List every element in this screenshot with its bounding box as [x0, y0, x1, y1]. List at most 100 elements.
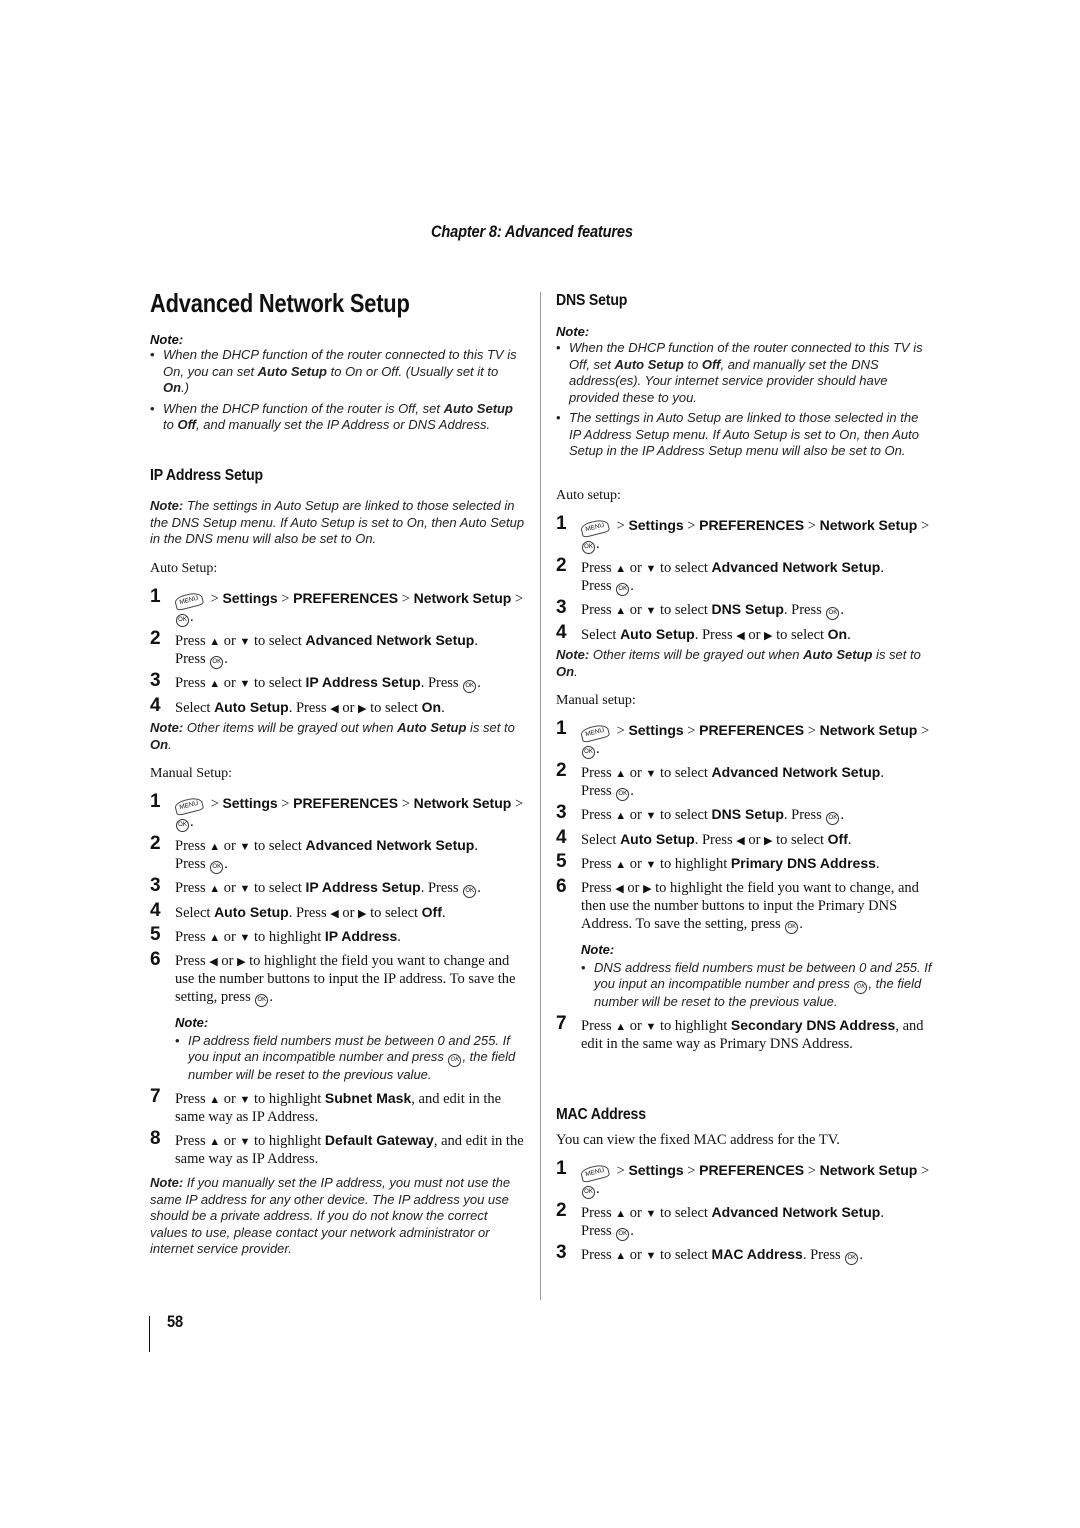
up-arrow-icon: ▲: [615, 562, 627, 575]
up-arrow-icon: ▲: [615, 605, 627, 617]
up-arrow-icon: ▲: [615, 1250, 627, 1262]
right-arrow-icon: ▶: [237, 955, 246, 968]
dns-manual-setup-label: Manual setup:: [556, 693, 636, 708]
ip-auto-steps: 1 MENU > Settings > PREFERENCES > Network…: [150, 586, 528, 718]
up-arrow-icon: ▲: [209, 635, 221, 648]
page-number: 58: [167, 1312, 183, 1331]
right-arrow-icon: ▶: [358, 702, 367, 715]
ok-button-icon: OK: [785, 920, 799, 934]
down-arrow-icon: ▼: [239, 883, 251, 895]
down-arrow-icon: ▼: [239, 932, 251, 944]
up-arrow-icon: ▲: [615, 810, 627, 822]
up-arrow-icon: ▲: [209, 883, 221, 895]
step: 1 MENU > Settings > PREFERENCES > Network…: [556, 718, 930, 759]
down-arrow-icon: ▼: [239, 840, 251, 853]
step: 3 Press ▲ or ▼ to select MAC Address. Pre…: [556, 1242, 863, 1265]
step: 7 Press ▲ or ▼ to highlight Secondary DNS…: [556, 1012, 924, 1052]
left-arrow-icon: ◀: [736, 629, 745, 642]
step: 5 Press ▲ or ▼ to highlight IP Address.: [150, 924, 401, 945]
right-arrow-icon: ▶: [764, 834, 773, 847]
step: 2 Press ▲ or ▼ to select Advanced Network…: [150, 832, 478, 874]
step: 1 MENU > Settings > PREFERENCES > Network…: [556, 1158, 930, 1199]
ok-button-icon: OK: [210, 656, 224, 669]
ok-button-icon: OK: [176, 613, 189, 627]
left-arrow-icon: ◀: [330, 907, 339, 920]
note-bullet: When the DHCP function of the router is …: [150, 401, 526, 434]
step: 1 MENU > Settings > PREFERENCES > Network…: [150, 586, 524, 627]
note-label: Note:: [150, 332, 184, 347]
dns-manual-steps: 1 MENU > Settings > PREFERENCES > Network…: [556, 718, 934, 1054]
ok-button-icon: OK: [463, 885, 477, 898]
ok-button-icon: OK: [616, 788, 630, 801]
ip-final-note: Note: If you manually set the IP address…: [150, 1175, 511, 1256]
column-divider: [540, 292, 541, 1300]
up-arrow-icon: ▲: [615, 1020, 627, 1033]
down-arrow-icon: ▼: [645, 767, 657, 780]
step: 5 Press ▲ or ▼ to highlight Primary DNS A…: [556, 851, 880, 872]
down-arrow-icon: ▼: [645, 859, 657, 871]
chapter-header: Chapter 8: Advanced features: [431, 222, 633, 241]
step: 1 MENU > Settings > PREFERENCES > Network…: [556, 513, 930, 554]
down-arrow-icon: ▼: [645, 1250, 657, 1262]
ok-button-icon: OK: [448, 1054, 462, 1067]
menu-button-icon: MENU: [579, 517, 611, 539]
ip-manual-setup-label: Manual Setup:: [150, 766, 233, 781]
ip-field-note: Note: IP address field numbers must be b…: [150, 1015, 528, 1084]
step: 3 Press ▲ or ▼ to select IP Address Setup…: [150, 875, 481, 898]
intro-note: When the DHCP function of the router con…: [150, 347, 526, 434]
mac-steps: 1 MENU > Settings > PREFERENCES > Network…: [556, 1158, 934, 1266]
note-bullet: When the DHCP function of the router con…: [150, 347, 526, 397]
up-arrow-icon: ▲: [615, 1207, 627, 1220]
mac-intro: You can view the fixed MAC address for t…: [556, 1132, 840, 1148]
ok-button-icon: OK: [616, 583, 630, 596]
left-arrow-icon: ◀: [615, 882, 624, 895]
down-arrow-icon: ▼: [645, 1020, 657, 1033]
up-arrow-icon: ▲: [615, 767, 627, 780]
down-arrow-icon: ▼: [645, 1207, 657, 1220]
ok-button-icon: OK: [176, 818, 189, 832]
step: 8 Press ▲ or ▼ to highlight Default Gatew…: [150, 1127, 524, 1167]
up-arrow-icon: ▲: [209, 678, 221, 690]
dns-setup-heading: DNS Setup: [556, 292, 628, 309]
up-arrow-icon: ▲: [209, 1093, 221, 1106]
step: 6 Press ◀ or ▶ to highlight the field you…: [150, 948, 516, 1007]
ok-button-icon: OK: [582, 745, 595, 759]
dns-auto-setup-label: Auto setup:: [556, 488, 621, 503]
step: 4 Select Auto Setup. Press ◀ or ▶ to sele…: [556, 621, 851, 643]
step: 4 Select Auto Setup. Press ◀ or ▶ to sele…: [556, 826, 852, 848]
ok-button-icon: OK: [582, 1185, 595, 1199]
step: 3 Press ▲ or ▼ to select DNS Setup. Press…: [556, 802, 845, 825]
step: 2 Press ▲ or ▼ to select Advanced Network…: [150, 627, 478, 669]
step: 4 Select Auto Setup. Press ◀ or ▶ to sele…: [150, 694, 445, 716]
page-number-bar: [149, 1316, 150, 1352]
down-arrow-icon: ▼: [239, 678, 251, 690]
note-bullet: IP address field numbers must be between…: [175, 1033, 528, 1084]
up-arrow-icon: ▲: [209, 932, 221, 944]
ok-button-icon: OK: [845, 1252, 859, 1265]
page-title: Advanced Network Setup: [150, 288, 410, 318]
step: 2 Press ▲ or ▼ to select Advanced Network…: [556, 554, 884, 596]
note-bullet: DNS address field numbers must be betwee…: [581, 960, 934, 1011]
down-arrow-icon: ▼: [239, 1093, 251, 1106]
menu-button-icon: MENU: [579, 1162, 611, 1184]
ok-button-icon: OK: [582, 540, 595, 554]
ok-button-icon: OK: [826, 812, 840, 825]
note-label: Note:: [556, 324, 590, 339]
menu-button-icon: MENU: [173, 590, 205, 612]
ip-auto-setup-label: Auto Setup:: [150, 561, 218, 576]
up-arrow-icon: ▲: [615, 859, 627, 871]
ip-grayed-note: Note: Other items will be grayed out whe…: [150, 720, 515, 752]
ok-button-icon: OK: [826, 607, 840, 620]
up-arrow-icon: ▲: [209, 840, 221, 853]
step: 3 Press ▲ or ▼ to select IP Address Setup…: [150, 670, 481, 693]
dns-auto-steps: 1 MENU > Settings > PREFERENCES > Network…: [556, 513, 934, 645]
step: 3 Press ▲ or ▼ to select DNS Setup. Press…: [556, 597, 845, 620]
note-bullet: When the DHCP function of the router con…: [556, 340, 932, 406]
right-arrow-icon: ▶: [358, 907, 367, 920]
ok-button-icon: OK: [854, 981, 868, 994]
mac-address-heading: MAC Address: [556, 1106, 646, 1123]
left-arrow-icon: ◀: [736, 834, 745, 847]
dns-intro-note: When the DHCP function of the router con…: [556, 340, 932, 460]
note-bullet: The settings in Auto Setup are linked to…: [556, 410, 932, 460]
up-arrow-icon: ▲: [209, 1135, 221, 1148]
